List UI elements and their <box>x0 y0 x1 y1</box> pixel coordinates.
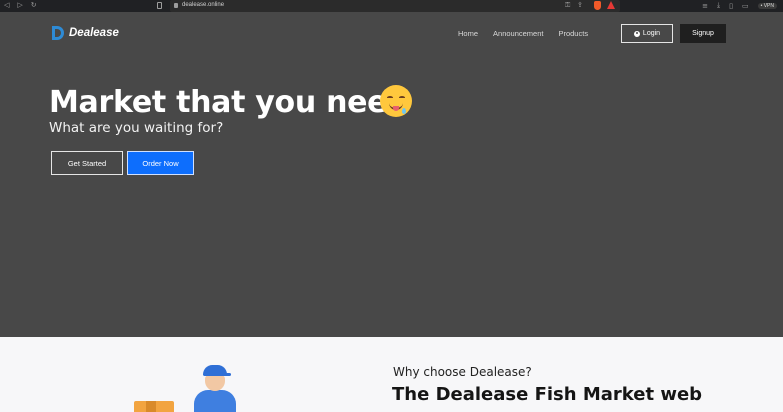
package-icon <box>134 401 174 412</box>
rewards-icon[interactable] <box>607 1 615 9</box>
nav-announcement[interactable]: Announcement <box>493 29 543 38</box>
signup-button[interactable]: Signup <box>680 24 726 43</box>
playlist-icon[interactable]: ≡ <box>702 2 708 10</box>
delivery-person-illustration <box>130 365 240 412</box>
forward-icon[interactable]: ▷ <box>17 1 22 9</box>
wallet-icon[interactable]: ▭ <box>742 2 749 10</box>
reload-icon[interactable]: ↻ <box>31 1 37 9</box>
download-icon[interactable]: ⤓ <box>717 1 720 10</box>
main-nav: Home Announcement Products <box>458 29 588 38</box>
drooling-face-icon <box>380 85 412 117</box>
sidebar-icon[interactable]: ▯ <box>729 2 733 10</box>
login-label: Login <box>642 30 661 37</box>
hero-headline: Market that you need <box>49 85 409 120</box>
hero-subheadline: What are you waiting for? <box>49 120 224 136</box>
browser-right-tools: ≡ ⤓ ▯ ▭ • VPN <box>702 1 777 10</box>
about-section: Why choose Dealease? The Dealease Fish M… <box>0 337 783 412</box>
about-title: The Dealease Fish Market web <box>392 384 703 405</box>
share-icon[interactable]: ⇪ <box>577 1 583 9</box>
brave-shield-icon[interactable] <box>594 1 601 10</box>
address-bar[interactable]: dealease.online ⚿ ⇪ <box>170 0 620 12</box>
nav-products[interactable]: Products <box>558 29 588 38</box>
hero-section: Dealease Home Announcement Products Logi… <box>0 12 783 337</box>
site-logo[interactable]: Dealease <box>52 26 119 40</box>
url-text[interactable]: dealease.online <box>182 2 224 8</box>
user-icon <box>633 30 640 37</box>
logo-icon <box>52 26 64 40</box>
vpn-button[interactable]: • VPN <box>757 2 777 9</box>
logo-text: Dealease <box>69 27 119 39</box>
login-button[interactable]: Login <box>621 24 673 43</box>
get-started-button[interactable]: Get Started <box>51 151 123 175</box>
order-now-button[interactable]: Order Now <box>127 151 194 175</box>
key-icon[interactable]: ⚿ <box>565 1 570 10</box>
nav-home[interactable]: Home <box>458 29 478 38</box>
browser-toolbar: ◁ ▷ ↻ dealease.online ⚿ ⇪ ≡ ⤓ ▯ ▭ • VPN <box>0 0 783 12</box>
back-icon[interactable]: ◁ <box>4 1 9 9</box>
browser-nav: ◁ ▷ ↻ <box>4 1 37 9</box>
about-eyebrow: Why choose Dealease? <box>393 365 532 379</box>
bookmark-icon[interactable] <box>157 2 162 9</box>
lock-icon <box>174 3 178 8</box>
